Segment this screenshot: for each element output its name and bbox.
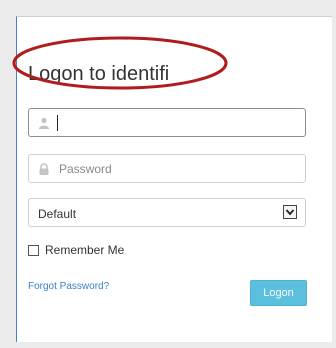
text-cursor [57, 115, 58, 131]
remember-me-label[interactable]: Remember Me [45, 243, 124, 257]
password-field[interactable] [28, 154, 306, 183]
lock-icon [39, 163, 49, 175]
remember-me-checkbox[interactable] [28, 245, 39, 256]
domain-select[interactable]: Default [28, 198, 306, 227]
username-input[interactable] [59, 109, 297, 136]
forgot-password-link[interactable]: Forgot Password? [28, 281, 109, 292]
page-bottom-edge [16, 342, 332, 348]
password-input[interactable] [59, 155, 297, 182]
chevron-down-icon [285, 209, 295, 216]
username-field[interactable] [28, 108, 306, 137]
logon-button[interactable]: Logon [250, 280, 307, 306]
domain-select-value: Default [38, 207, 77, 221]
user-icon [39, 117, 49, 129]
page-title: Logon to identifi [28, 63, 170, 86]
dropdown-button[interactable] [283, 205, 297, 219]
